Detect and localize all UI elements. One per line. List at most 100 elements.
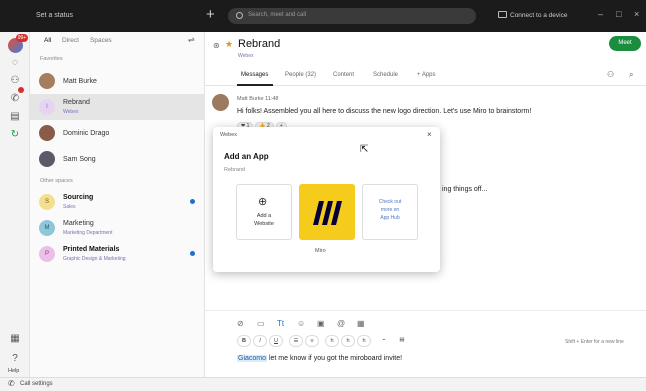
attach-icon[interactable]: ⊘ <box>237 319 244 328</box>
people-add-icon[interactable]: ⚇ <box>607 70 614 79</box>
meetings-icon[interactable]: ▤ <box>8 110 22 124</box>
calls-icon[interactable]: ✆ <box>8 92 22 106</box>
heading1-button[interactable]: h <box>325 335 339 347</box>
unread-dot <box>190 199 195 204</box>
list-item-name: Marketing <box>63 220 94 227</box>
set-status-button[interactable]: Set a status <box>36 12 73 19</box>
title-bar: Set a status + Search, meet and call Con… <box>0 0 646 32</box>
teams-icon[interactable]: ⚇ <box>8 74 22 88</box>
bullet-list-button[interactable]: ☰ <box>289 335 303 347</box>
card-label: Website <box>254 221 274 227</box>
favorites-label: Favorites <box>40 56 63 62</box>
tab-people[interactable]: People (32) <box>285 72 316 78</box>
message-fragment: ing things off... <box>442 186 488 193</box>
dialog-title: Add an App <box>224 152 269 161</box>
list-item-printed-materials[interactable]: P Printed Materials Graphic Design & Mar… <box>30 241 205 267</box>
filter-spaces[interactable]: Spaces <box>90 37 112 44</box>
list-item-sub: Sales <box>63 204 76 210</box>
format-icon[interactable]: Tt <box>277 319 284 328</box>
filter-icon[interactable]: ⇌ <box>188 35 195 44</box>
message-author: Matt Burke 11:48 <box>237 96 279 102</box>
list-item-name: Matt Burke <box>63 78 97 85</box>
search-icon[interactable]: ⌕ <box>629 70 633 80</box>
close-icon[interactable]: × <box>427 130 432 139</box>
filter-all[interactable]: All <box>44 37 51 44</box>
avatar: S <box>39 194 55 210</box>
connect-device-button[interactable]: Connect to a device <box>510 12 567 19</box>
message-text: Hi folks! Assembled you all here to disc… <box>237 108 532 115</box>
add-icon[interactable]: + <box>206 7 215 22</box>
card-label: App Hub <box>380 215 400 221</box>
close-window-button[interactable]: × <box>634 9 639 19</box>
list-item-rebrand[interactable]: I Rebrand Webex <box>30 94 205 120</box>
card-label: Add a <box>256 213 272 219</box>
mention-icon[interactable]: @ <box>337 319 345 328</box>
add-app-dialog: Webex × Add an App Rebrand ⊕ Add a Websi… <box>213 127 440 272</box>
filter-direct[interactable]: Direct <box>62 37 79 44</box>
list-item-dominic-drago[interactable]: Dominic Drago <box>30 120 205 146</box>
composer: ⊘ ▭ Tt ☺ ▣ @ ▦ B I U ☰ ≡ h h h ⌁ ▤ Shift… <box>205 310 646 377</box>
search-input[interactable]: Search, meet and call <box>228 8 476 24</box>
apps-grid-icon[interactable]: ▦ <box>8 332 22 346</box>
shift-enter-hint: Shift + Enter for a new line <box>565 339 624 345</box>
italic-button[interactable]: I <box>253 335 267 347</box>
notification-badge: 99+ <box>16 34 28 42</box>
minimize-button[interactable]: – <box>598 9 603 19</box>
heading2-button[interactable]: h <box>341 335 355 347</box>
tab-content[interactable]: Content <box>333 72 354 78</box>
list-item-marketing[interactable]: M Marketing Marketing Department <box>30 215 205 241</box>
search-icon <box>236 12 243 19</box>
app-hub-card[interactable]: Check out more on App Hub <box>362 184 418 240</box>
screenshot-icon[interactable]: ▭ <box>257 319 265 328</box>
meet-button[interactable]: Meet <box>609 36 641 51</box>
list-item-name: Sam Song <box>63 156 96 163</box>
add-website-card[interactable]: ⊕ Add a Website <box>236 184 292 240</box>
list-item-sub: Marketing Department <box>63 230 113 236</box>
messaging-icon[interactable]: ◌ <box>8 56 22 70</box>
avatar <box>39 151 55 167</box>
numbered-list-button[interactable]: ≡ <box>305 335 319 347</box>
avatar: I <box>39 99 55 115</box>
help-icon[interactable]: ? <box>8 352 22 366</box>
message-input[interactable]: Giacomo let me know if you got the mirob… <box>237 355 402 362</box>
tab-messages[interactable]: Messages <box>241 72 268 78</box>
miro-label: Miro <box>315 248 326 254</box>
gif-icon[interactable]: ▣ <box>317 319 325 328</box>
space-title: Rebrand <box>238 38 281 50</box>
help-label: Help <box>8 368 20 374</box>
mention-chip: Giacomo <box>237 355 268 362</box>
space-list: All Direct Spaces ⇌ Favorites Matt Burke… <box>30 32 205 377</box>
maximize-button[interactable]: □ <box>616 9 621 19</box>
list-item-name: Printed Materials <box>63 246 120 253</box>
search-placeholder: Search, meet and call <box>248 12 307 18</box>
status-bar: ✆ Call settings <box>0 377 646 391</box>
avatar: M <box>39 220 55 236</box>
mouse-cursor-icon: ⇱ <box>360 144 369 155</box>
code-icon[interactable]: ▤ <box>395 335 409 347</box>
link-icon[interactable]: ⌁ <box>377 335 391 347</box>
list-item-sourcing[interactable]: S Sourcing Sales <box>30 189 205 215</box>
miro-card[interactable] <box>299 184 355 240</box>
list-item-matt-burke[interactable]: Matt Burke <box>30 68 205 94</box>
space-icon: ⊛ <box>213 41 220 50</box>
phone-icon: ✆ <box>8 379 15 388</box>
list-item-sub: Graphic Design & Marketing <box>63 256 126 262</box>
unread-dot <box>190 251 195 256</box>
avatar <box>212 94 229 111</box>
tab-apps[interactable]: + Apps <box>417 72 436 78</box>
bold-button[interactable]: B <box>237 335 251 347</box>
miro-logo-icon <box>313 201 342 225</box>
heading3-button[interactable]: h <box>357 335 371 347</box>
space-subtitle: Webex <box>238 53 254 59</box>
list-item-sam-song[interactable]: Sam Song <box>30 146 205 172</box>
tab-schedule[interactable]: Schedule <box>373 72 398 78</box>
emoji-icon[interactable]: ☺ <box>297 319 305 328</box>
list-item-name: Rebrand <box>63 99 90 106</box>
refresh-icon[interactable]: ↻ <box>8 128 22 142</box>
list-item-sub: Webex <box>63 109 79 115</box>
call-settings-button[interactable]: Call settings <box>20 381 53 387</box>
favorite-star-icon[interactable]: ★ <box>225 39 233 50</box>
underline-button[interactable]: U <box>269 335 283 347</box>
whiteboard-icon[interactable]: ▦ <box>357 319 365 328</box>
device-icon[interactable] <box>498 11 507 18</box>
